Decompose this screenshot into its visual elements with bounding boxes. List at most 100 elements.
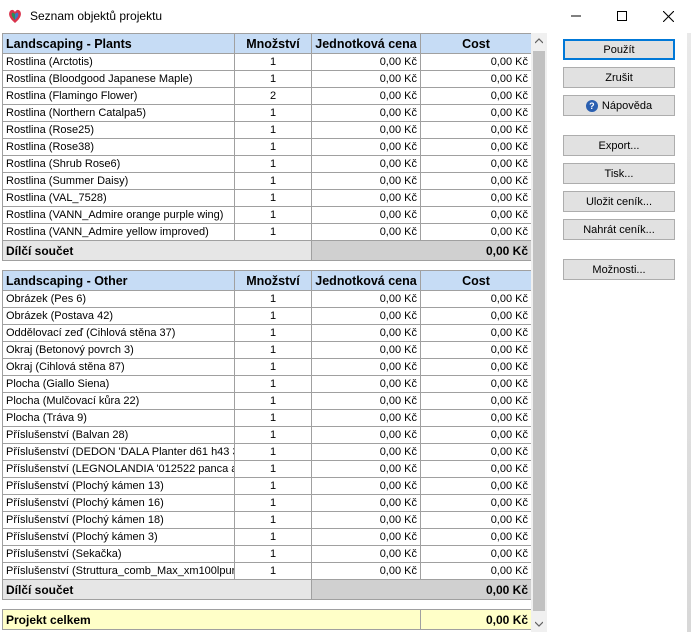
item-name-cell[interactable]: Rostlina (Shrub Rose6) — [2, 155, 235, 173]
item-cost-cell[interactable]: 0,00 Kč — [420, 172, 531, 190]
item-name-cell[interactable]: Oddělovací zeď (Cihlová stěna 37) — [2, 324, 235, 342]
item-cost-cell[interactable]: 0,00 Kč — [420, 104, 531, 122]
table-row[interactable]: Obrázek (Pes 6) 1 0,00 Kč 0,00 Kč — [2, 290, 531, 308]
item-cost-cell[interactable]: 0,00 Kč — [420, 426, 531, 444]
item-quantity-cell[interactable]: 1 — [234, 104, 312, 122]
table-row[interactable]: Oddělovací zeď (Cihlová stěna 37) 1 0,00 K… — [2, 324, 531, 342]
item-name-cell[interactable]: Příslušenství (Plochý kámen 13) — [2, 477, 235, 495]
print-button[interactable]: Tisk... — [563, 163, 675, 184]
apply-button[interactable]: Použít — [563, 39, 675, 60]
item-unit-price-cell[interactable]: 0,00 Kč — [311, 443, 421, 461]
item-name-cell[interactable]: Rostlina (Flamingo Flower) — [2, 87, 235, 105]
item-cost-cell[interactable]: 0,00 Kč — [420, 155, 531, 173]
table-row[interactable]: Rostlina (Northern Catalpa5) 1 0,00 Kč 0,00… — [2, 104, 531, 122]
table-row[interactable]: Příslušenství (Balvan 28) 1 0,00 Kč 0,00 Kč — [2, 426, 531, 444]
item-unit-price-cell[interactable]: 0,00 Kč — [311, 172, 421, 190]
item-cost-cell[interactable]: 0,00 Kč — [420, 341, 531, 359]
table-row[interactable]: Příslušenství (Struttura_comb_Max_xm100l… — [2, 562, 531, 580]
item-unit-price-cell[interactable]: 0,00 Kč — [311, 511, 421, 529]
close-button[interactable] — [645, 0, 691, 32]
column-header-quantity[interactable]: Množství — [234, 270, 312, 291]
item-unit-price-cell[interactable]: 0,00 Kč — [311, 138, 421, 156]
table-row[interactable]: Rostlina (Rose25) 1 0,00 Kč 0,00 Kč — [2, 121, 531, 139]
scroll-thumb[interactable] — [533, 51, 545, 611]
item-name-cell[interactable]: Příslušenství (LEGNOLANDIA '012522 panca… — [2, 460, 235, 478]
item-name-cell[interactable]: Rostlina (Summer Daisy) — [2, 172, 235, 190]
table-row[interactable]: Příslušenství (Plochý kámen 16) 1 0,00 Kč 0… — [2, 494, 531, 512]
item-name-cell[interactable]: Obrázek (Pes 6) — [2, 290, 235, 308]
table-row[interactable]: Rostlina (Summer Daisy) 1 0,00 Kč 0,00 Kč — [2, 172, 531, 190]
column-header-cost[interactable]: Cost — [420, 33, 531, 54]
item-name-cell[interactable]: Příslušenství (Balvan 28) — [2, 426, 235, 444]
options-button[interactable]: Možnosti... — [563, 259, 675, 280]
table-row[interactable]: Okraj (Cihlová stěna 87) 1 0,00 Kč 0,00 Kč — [2, 358, 531, 376]
export-button[interactable]: Export... — [563, 135, 675, 156]
item-cost-cell[interactable]: 0,00 Kč — [420, 189, 531, 207]
item-unit-price-cell[interactable]: 0,00 Kč — [311, 189, 421, 207]
item-unit-price-cell[interactable]: 0,00 Kč — [311, 53, 421, 71]
item-unit-price-cell[interactable]: 0,00 Kč — [311, 494, 421, 512]
item-quantity-cell[interactable]: 1 — [234, 206, 312, 224]
item-unit-price-cell[interactable]: 0,00 Kč — [311, 477, 421, 495]
item-name-cell[interactable]: Plocha (Mulčovací kůra 22) — [2, 392, 235, 410]
item-quantity-cell[interactable]: 1 — [234, 392, 312, 410]
item-name-cell[interactable]: Příslušenství (Plochý kámen 3) — [2, 528, 235, 546]
item-quantity-cell[interactable]: 1 — [234, 511, 312, 529]
table-row[interactable]: Okraj (Betonový povrch 3) 1 0,00 Kč 0,00 Kč — [2, 341, 531, 359]
item-quantity-cell[interactable]: 1 — [234, 460, 312, 478]
help-button[interactable]: ? Nápověda — [563, 95, 675, 116]
item-name-cell[interactable]: Plocha (Tráva 9) — [2, 409, 235, 427]
item-unit-price-cell[interactable]: 0,00 Kč — [311, 341, 421, 359]
item-name-cell[interactable]: Rostlina (Rose38) — [2, 138, 235, 156]
table-row[interactable]: Příslušenství (Plochý kámen 13) 1 0,00 Kč 0… — [2, 477, 531, 495]
item-quantity-cell[interactable]: 1 — [234, 375, 312, 393]
table-row[interactable]: Příslušenství (Sekačka) 1 0,00 Kč 0,00 Kč — [2, 545, 531, 563]
table-row[interactable]: Rostlina (VAL_7528) 1 0,00 Kč 0,00 Kč — [2, 189, 531, 207]
column-header-unit-price[interactable]: Jednotková cena — [311, 33, 421, 54]
table-row[interactable]: Plocha (Tráva 9) 1 0,00 Kč 0,00 Kč — [2, 409, 531, 427]
item-name-cell[interactable]: Obrázek (Postava 42) — [2, 307, 235, 325]
item-cost-cell[interactable]: 0,00 Kč — [420, 121, 531, 139]
item-cost-cell[interactable]: 0,00 Kč — [420, 324, 531, 342]
item-cost-cell[interactable]: 0,00 Kč — [420, 409, 531, 427]
vertical-scrollbar[interactable] — [531, 33, 547, 632]
item-quantity-cell[interactable]: 1 — [234, 307, 312, 325]
load-pricelist-button[interactable]: Nahrát ceník... — [563, 219, 675, 240]
cancel-button[interactable]: Zrušit — [563, 67, 675, 88]
table-row[interactable]: Plocha (Giallo Siena) 1 0,00 Kč 0,00 Kč — [2, 375, 531, 393]
item-cost-cell[interactable]: 0,00 Kč — [420, 545, 531, 563]
column-header-quantity[interactable]: Množství — [234, 33, 312, 54]
item-unit-price-cell[interactable]: 0,00 Kč — [311, 70, 421, 88]
item-cost-cell[interactable]: 0,00 Kč — [420, 358, 531, 376]
item-quantity-cell[interactable]: 1 — [234, 477, 312, 495]
item-name-cell[interactable]: Okraj (Cihlová stěna 87) — [2, 358, 235, 376]
column-header-cost[interactable]: Cost — [420, 270, 531, 291]
item-cost-cell[interactable]: 0,00 Kč — [420, 392, 531, 410]
item-quantity-cell[interactable]: 1 — [234, 53, 312, 71]
table-row[interactable]: Příslušenství (DEDON 'DALA Planter d61 h… — [2, 443, 531, 461]
item-cost-cell[interactable]: 0,00 Kč — [420, 562, 531, 580]
item-unit-price-cell[interactable]: 0,00 Kč — [311, 155, 421, 173]
column-header-unit-price[interactable]: Jednotková cena — [311, 270, 421, 291]
item-unit-price-cell[interactable]: 0,00 Kč — [311, 324, 421, 342]
item-quantity-cell[interactable]: 1 — [234, 324, 312, 342]
item-name-cell[interactable]: Příslušenství (DEDON 'DALA Planter d61 h… — [2, 443, 235, 461]
item-cost-cell[interactable]: 0,00 Kč — [420, 460, 531, 478]
table-row[interactable]: Rostlina (Bloodgood Japanese Maple) 1 0,00… — [2, 70, 531, 88]
table-row[interactable]: Příslušenství (Plochý kámen 3) 1 0,00 Kč 0,… — [2, 528, 531, 546]
item-name-cell[interactable]: Příslušenství (Plochý kámen 16) — [2, 494, 235, 512]
item-cost-cell[interactable]: 0,00 Kč — [420, 87, 531, 105]
item-unit-price-cell[interactable]: 0,00 Kč — [311, 528, 421, 546]
item-unit-price-cell[interactable]: 0,00 Kč — [311, 121, 421, 139]
table-row[interactable]: Rostlina (VANN_Admire orange purple wing… — [2, 206, 531, 224]
item-quantity-cell[interactable]: 1 — [234, 155, 312, 173]
item-unit-price-cell[interactable]: 0,00 Kč — [311, 358, 421, 376]
item-name-cell[interactable]: Rostlina (Rose25) — [2, 121, 235, 139]
maximize-button[interactable] — [599, 0, 645, 32]
item-name-cell[interactable]: Rostlina (VAL_7528) — [2, 189, 235, 207]
table-row[interactable]: Obrázek (Postava 42) 1 0,00 Kč 0,00 Kč — [2, 307, 531, 325]
item-unit-price-cell[interactable]: 0,00 Kč — [311, 545, 421, 563]
item-unit-price-cell[interactable]: 0,00 Kč — [311, 460, 421, 478]
item-unit-price-cell[interactable]: 0,00 Kč — [311, 392, 421, 410]
table-row[interactable]: Příslušenství (LEGNOLANDIA '012522 panca… — [2, 460, 531, 478]
